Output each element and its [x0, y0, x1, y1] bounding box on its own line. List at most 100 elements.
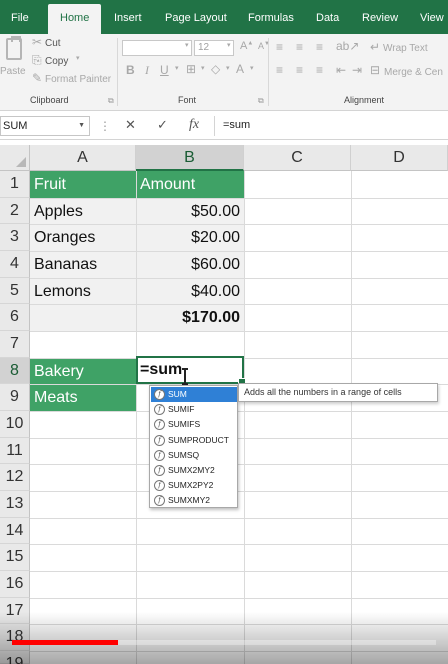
align-right-icon[interactable]: ≡ [316, 63, 323, 77]
enter-button[interactable]: ✓ [157, 117, 168, 133]
fill-color-icon[interactable]: ◇ [211, 62, 220, 76]
select-all-button[interactable] [0, 145, 30, 171]
active-cell-b8[interactable]: =sum [136, 356, 246, 386]
video-progress-bar[interactable] [12, 640, 436, 645]
chevron-down-icon[interactable]: ▼ [78, 117, 85, 135]
autocomplete-item-sumx2my2[interactable]: f SUMX2MY2 [151, 463, 237, 478]
cell-b2[interactable]: $50.00 [136, 197, 244, 225]
middle-align-icon[interactable]: ≡ [296, 40, 303, 54]
cell-b5[interactable]: $40.00 [136, 277, 244, 305]
autocomplete-item-sumsq[interactable]: f SUMSQ [151, 448, 237, 463]
font-name-box[interactable] [122, 40, 192, 56]
cell-b4[interactable]: $60.00 [136, 251, 244, 278]
underline-icon[interactable]: U [160, 63, 169, 77]
format-painter-button[interactable]: Format Painter [45, 74, 111, 85]
font-color-icon[interactable]: A [236, 62, 244, 76]
font-size-dropdown-icon[interactable]: ▾ [227, 41, 231, 49]
wrap-text-button[interactable]: Wrap Text [383, 43, 428, 54]
ribbon-separator [268, 38, 269, 106]
bottom-align-icon[interactable]: ≡ [316, 40, 323, 54]
autocomplete-item-sumifs[interactable]: f SUMIFS [151, 417, 237, 432]
row-header[interactable]: 11 [0, 437, 30, 465]
autocomplete-item-sumproduct[interactable]: f SUMPRODUCT [151, 433, 237, 448]
borders-dropdown-icon[interactable]: ▾ [201, 64, 205, 72]
tab-insert[interactable]: Insert [114, 0, 142, 34]
column-header-c[interactable]: C [244, 145, 351, 171]
gridline [30, 571, 448, 572]
cell-a8[interactable]: Bakery [30, 357, 136, 385]
increase-font-icon[interactable]: A▲ [240, 40, 253, 52]
cancel-entry-button[interactable]: ✕ [125, 117, 136, 133]
row-header[interactable]: 16 [0, 571, 30, 598]
column-header-a[interactable]: A [30, 145, 136, 171]
fill-color-dropdown-icon[interactable]: ▾ [226, 64, 230, 72]
borders-icon[interactable]: ⊞ [186, 62, 196, 76]
cell-a5[interactable]: Lemons [30, 277, 136, 305]
font-launcher-icon[interactable]: ⧉ [258, 96, 264, 106]
paste-icon[interactable] [6, 36, 22, 60]
row-header[interactable]: 4 [0, 251, 30, 278]
function-icon: f [154, 434, 165, 446]
font-group-label: Font [178, 95, 197, 105]
font-color-dropdown-icon[interactable]: ▾ [250, 64, 254, 72]
autocomplete-item-sumxmy2[interactable]: f SUMXMY2 [151, 493, 237, 508]
tab-page-layout[interactable]: Page Layout [165, 0, 227, 34]
merge-center-button[interactable]: Merge & Cen [384, 67, 443, 78]
row-header[interactable]: 12 [0, 464, 30, 491]
insert-function-button[interactable]: fx [189, 117, 199, 133]
autocomplete-item-sumif[interactable]: f SUMIF [151, 402, 237, 417]
tab-data[interactable]: Data [316, 0, 339, 34]
cell-a4[interactable]: Bananas [30, 251, 136, 278]
column-header-b[interactable]: B [136, 145, 244, 171]
gridline [136, 171, 137, 664]
tab-file[interactable]: File [11, 0, 29, 34]
cell-a3[interactable]: Oranges [30, 224, 136, 251]
row-header[interactable]: 8 [0, 357, 30, 385]
cell-b3[interactable]: $20.00 [136, 224, 244, 251]
autocomplete-item-sumx2py2[interactable]: f SUMX2PY2 [151, 478, 237, 493]
row-header[interactable]: 1 [0, 171, 30, 198]
cell-a9[interactable]: Meats [30, 384, 136, 411]
column-header-d[interactable]: D [351, 145, 448, 171]
row-header[interactable]: 13 [0, 491, 30, 518]
cell-b1[interactable]: Amount [136, 171, 244, 198]
clipboard-launcher-icon[interactable]: ⧉ [108, 96, 114, 106]
row-header[interactable]: 14 [0, 517, 30, 545]
font-name-dropdown-icon[interactable]: ▾ [185, 41, 189, 49]
bold-icon[interactable]: B [126, 63, 135, 77]
row-header[interactable]: 3 [0, 224, 30, 251]
top-align-icon[interactable]: ≡ [276, 40, 283, 54]
tab-review[interactable]: Review [362, 0, 398, 34]
row-header[interactable]: 6 [0, 304, 30, 331]
cell-a1[interactable]: Fruit [30, 171, 136, 198]
video-overlay [0, 612, 448, 664]
align-center-icon[interactable]: ≡ [296, 63, 303, 77]
underline-dropdown-icon[interactable]: ▾ [175, 64, 179, 72]
row-header[interactable]: 7 [0, 331, 30, 358]
autocomplete-item-sum[interactable]: f SUM [151, 387, 237, 403]
name-box[interactable]: SUM ▼ [0, 116, 90, 136]
merge-icon[interactable]: ⊟ [370, 63, 380, 77]
row-header[interactable]: 10 [0, 411, 30, 438]
decrease-indent-icon[interactable]: ⇤ [336, 63, 346, 77]
cell-a6[interactable] [30, 304, 136, 331]
cell-a2[interactable]: Apples [30, 197, 136, 225]
row-header[interactable]: 2 [0, 197, 30, 225]
row-header[interactable]: 5 [0, 277, 30, 305]
tab-formulas[interactable]: Formulas [248, 0, 294, 34]
wrap-text-icon[interactable]: ↵ [370, 40, 380, 54]
orientation-icon[interactable]: ab↗ [336, 39, 359, 53]
paste-button[interactable]: Paste [0, 66, 26, 77]
row-header[interactable]: 15 [0, 544, 30, 571]
formula-input[interactable]: =sum [214, 116, 448, 136]
copy-button[interactable]: Copy [45, 56, 68, 67]
cut-button[interactable]: Cut [45, 38, 61, 49]
increase-indent-icon[interactable]: ⇥ [352, 63, 362, 77]
tab-home[interactable]: Home [48, 4, 102, 34]
tab-view[interactable]: View [420, 0, 444, 34]
align-left-icon[interactable]: ≡ [276, 63, 283, 77]
chevron-down-icon[interactable]: ▾ [76, 54, 80, 62]
row-header[interactable]: 9 [0, 384, 30, 411]
italic-icon[interactable]: I [145, 63, 149, 78]
cell-b6[interactable]: $170.00 [136, 304, 244, 331]
